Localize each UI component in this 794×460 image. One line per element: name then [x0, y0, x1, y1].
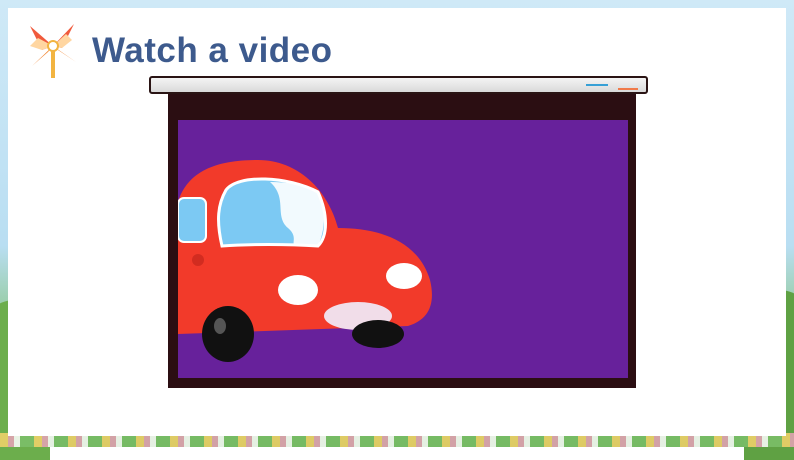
- indicator-light-blue: [586, 84, 608, 86]
- video-frame-car: [178, 160, 432, 362]
- indicator-light-red: [618, 88, 638, 90]
- video-player[interactable]: [178, 120, 628, 378]
- projector-screen-roller: [149, 76, 648, 94]
- page-title: Watch a video: [92, 31, 333, 70]
- pinwheel-icon: [30, 24, 76, 78]
- slide-header: Watch a video: [28, 22, 333, 80]
